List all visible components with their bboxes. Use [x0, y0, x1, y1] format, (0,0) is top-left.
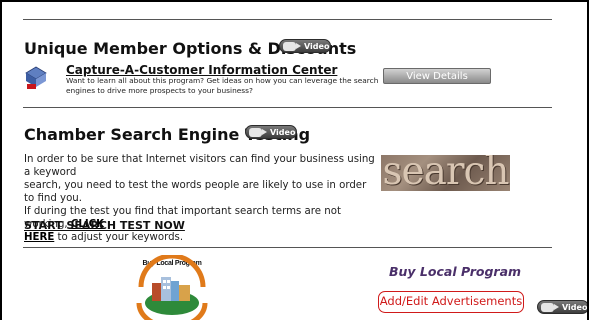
- video-label: Video: [304, 41, 330, 51]
- video-button[interactable]: Video: [537, 300, 588, 314]
- capture-customer-icon: [25, 66, 47, 89]
- video-label: Video: [562, 302, 588, 312]
- buy-local-title: Buy Local Program: [389, 264, 522, 279]
- page-frame: Unique Member Options & Discounts Video …: [0, 0, 589, 320]
- capture-customer-link[interactable]: Capture-A-Customer Information Center: [66, 63, 337, 77]
- divider: [23, 247, 552, 248]
- search-image-word: search: [382, 155, 510, 191]
- video-label: Video: [270, 127, 296, 137]
- add-edit-advertisements-button[interactable]: Add/Edit Advertisements: [378, 291, 524, 313]
- search-description-line-1: In order to be sure that Internet visito…: [24, 154, 375, 178]
- capture-description-line-2: engines to drive more prospects to your …: [66, 86, 253, 95]
- capture-description-line-1: Want to learn all about this program? Ge…: [66, 76, 379, 85]
- buy-local-logo: Buy Local Program: [129, 255, 215, 320]
- search-description-line-2: search, you need to test the words peopl…: [24, 180, 367, 204]
- view-details-button[interactable]: View Details: [383, 68, 491, 84]
- buy-local-logo-graphic: [136, 255, 208, 320]
- camera-icon: [541, 302, 559, 312]
- start-search-test-link[interactable]: START SEARCH TEST NOW: [24, 219, 185, 232]
- video-button[interactable]: Video: [279, 39, 331, 53]
- camera-icon: [283, 41, 301, 51]
- video-button[interactable]: Video: [245, 125, 297, 139]
- divider: [23, 19, 552, 20]
- camera-icon: [249, 127, 267, 137]
- search-description-line-4-text: to adjust your keywords.: [54, 232, 184, 243]
- search-image: search: [381, 155, 510, 191]
- click-here-link-here[interactable]: HERE: [24, 232, 54, 243]
- search-description-line-4: HERE to adjust your keywords.: [24, 231, 379, 244]
- divider: [23, 107, 552, 108]
